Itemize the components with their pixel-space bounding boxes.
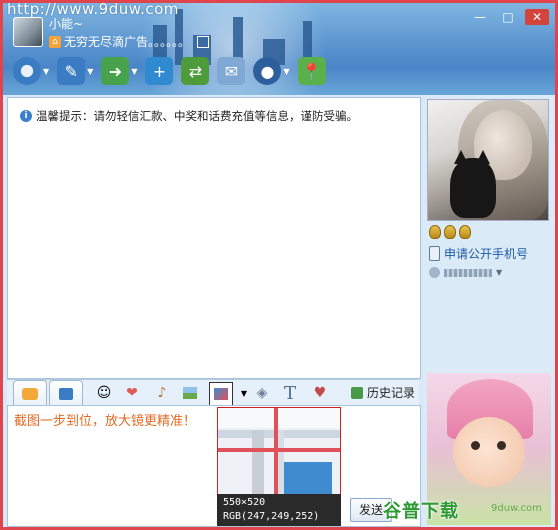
blurred-info: ▼ [429,267,502,278]
file-send-icon: ➜ [101,57,130,85]
mag-region [218,408,340,428]
pen-icon: ✎ [57,57,86,85]
mail-icon: ✉ [217,57,246,85]
contact-photo[interactable] [427,99,549,221]
share-icon: ⇄ [181,57,210,85]
phone-label: 申请公开手机号 [444,247,529,261]
tip-text: 温馨提示：请勿轻信汇款、中奖和话费充值等信息，谨防受骗。 [36,109,358,123]
baby-eye [471,441,480,450]
send-mail-button[interactable]: ✉ [217,57,246,85]
blurred-text [444,268,492,277]
mag-region [284,462,332,494]
signature-row: ⌂ 无穷无尽滴广告。。。。。。 [49,33,210,50]
medal-icon [444,225,456,239]
font-icon[interactable]: T [279,382,301,404]
mag-region [252,430,264,494]
baby-face [453,417,525,487]
create-group-button[interactable]: + [145,57,174,85]
apps-button[interactable]: ● ▼ [253,57,290,85]
history-icon [350,386,363,399]
info-icon: i [20,110,32,122]
image-send-icon[interactable] [179,382,201,404]
site-watermark: http://www.9duw.com [7,3,179,18]
chevron-down-icon[interactable]: ▼ [283,67,289,76]
smiley-icon[interactable]: ☺ [93,382,115,404]
close-button[interactable]: ✕ [525,9,549,25]
chat-window: http://www.9duw.com 小能~ ⌂ 无穷无尽滴广告。。。。。。 … [0,0,558,530]
phone-link[interactable]: 申请公开手机号 [429,245,528,262]
chevron-down-icon[interactable]: ▼ [496,268,502,277]
camera-icon [13,57,41,85]
contact-panel: 申请公开手机号 ▼ [423,95,555,527]
voice-call-button[interactable]: ✎ ▼ [57,57,93,85]
input-text: 截图一步到位，放大镜更精准！ [14,414,197,429]
phone-icon [429,246,440,261]
crosshair-horizontal [218,448,340,452]
medal-icon [459,225,471,239]
site-logo-sub: 9duw.com [491,503,542,514]
location-icon [429,267,440,278]
signature-text: 无穷无尽滴广告。。。。。。 [64,35,191,49]
tab-chat[interactable] [13,380,47,407]
file-transfer-button[interactable]: ➜ ▼ [101,57,137,85]
map-button[interactable]: 📍 [297,57,326,85]
microphone-icon[interactable]: ♪ [151,382,173,404]
size-readout: 550×520 [223,497,266,508]
history-label: 历史记录 [366,386,415,400]
rgb-readout: RGB(247,249,252) [223,511,320,522]
chevron-down-icon[interactable]: ▼ [87,67,93,76]
police-hat-icon: ● [253,57,282,85]
input-toolbar: ☺ ❤ ♪ ▼ ◈ T ♥ 历史记录 [7,379,419,407]
medal-icon [429,225,441,239]
minimize-button[interactable]: — [469,9,491,25]
shake-icon[interactable]: ◈ [251,382,273,404]
screenshot-magnifier [217,407,341,495]
video-icon [59,388,73,400]
tab-video[interactable] [49,380,83,407]
level-medals[interactable] [429,225,471,239]
maximize-button[interactable]: □ [497,9,519,25]
map-pin-icon: 📍 [297,57,326,85]
video-call-button[interactable]: ▼ [13,57,49,85]
magnifier-info: 550×520 RGB(247,249,252) [217,494,341,526]
baby-eye [497,441,506,450]
history-button[interactable]: 历史记录 [350,384,415,401]
message-input[interactable]: 截图一步到位，放大镜更精准！ 发送 [7,405,421,527]
group-add-icon: + [145,57,174,85]
home-icon[interactable]: ⌂ [49,35,61,48]
site-logo: 谷普下载 [383,501,459,522]
crosshair-vertical [274,408,278,494]
nickname: 小能~ [49,17,84,31]
avatar[interactable] [13,17,43,47]
share-screen-button[interactable]: ⇄ [181,57,210,85]
chevron-down-icon[interactable]: ▼ [131,67,137,76]
screenshot-icon[interactable] [209,382,233,406]
chevron-down-icon[interactable]: ▼ [43,67,49,76]
window-controls: — □ ✕ [469,9,549,25]
magic-face-icon[interactable]: ❤ [121,382,143,404]
image-icon[interactable] [197,35,210,48]
chat-bubble-icon [22,388,38,400]
chat-toolbar: ▼ ✎ ▼ ➜ ▼ + ⇄ ✉ ● ▼ 📍 [13,57,326,85]
window-header: http://www.9duw.com 小能~ ⌂ 无穷无尽滴广告。。。。。。 … [3,3,555,95]
message-area[interactable]: i 温馨提示：请勿轻信汇款、中奖和话费充值等信息，谨防受骗。 [7,97,421,379]
security-tip: i 温馨提示：请勿轻信汇款、中奖和话费充值等信息，谨防受骗。 [20,108,358,124]
gift-icon[interactable]: ♥ [309,382,331,404]
cat [450,158,496,218]
